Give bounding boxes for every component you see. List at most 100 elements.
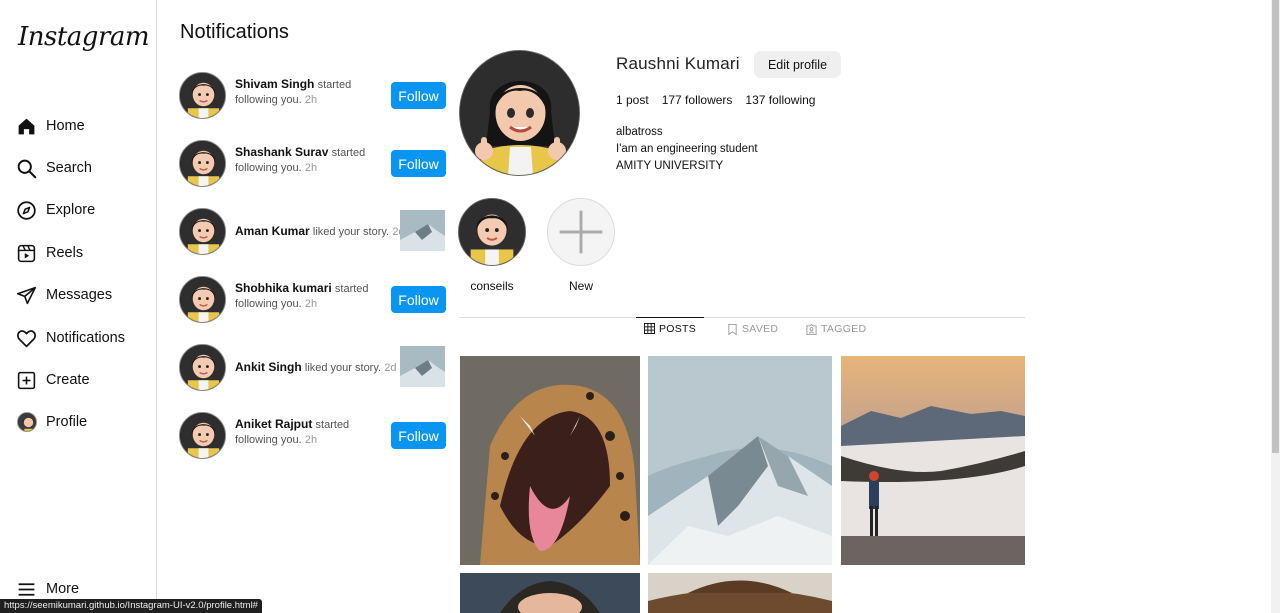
- highlight-conseils[interactable]: conseils: [457, 198, 527, 293]
- tab-label: SAVED: [742, 323, 779, 335]
- bio-line: I'am an engineering student: [616, 143, 758, 155]
- post-thumbnail-man[interactable]: [460, 573, 640, 613]
- tab-tagged[interactable]: TAGGED: [806, 318, 866, 340]
- scrollbar-thumb[interactable]: [1272, 0, 1279, 453]
- follow-button[interactable]: Follow: [391, 150, 446, 177]
- sidebar-item-label: Explore: [46, 202, 96, 218]
- profile-bio: albatross I'am an engineering student AM…: [616, 124, 758, 175]
- highlight-cover[interactable]: [458, 198, 526, 266]
- post-thumbnail-hat[interactable]: [648, 573, 832, 613]
- sidebar-item-reels[interactable]: Reels: [16, 240, 83, 266]
- sidebar-item-label: Create: [46, 372, 90, 388]
- notification-text: Aniket Rajput started following you. 2h: [235, 417, 391, 448]
- notification-item[interactable]: Shashank Surav started following you. 2h…: [179, 140, 447, 188]
- post-thumbnail-snowfield[interactable]: [841, 356, 1025, 565]
- highlight-new[interactable]: New: [546, 198, 616, 293]
- scrollbar[interactable]: [1271, 0, 1280, 613]
- notification-item[interactable]: Aniket Rajput started following you. 2h …: [179, 412, 447, 460]
- highlight-label: conseils: [470, 279, 514, 293]
- edit-profile-button[interactable]: Edit profile: [754, 51, 841, 78]
- sidebar-item-label: Profile: [46, 414, 88, 430]
- sidebar-item-messages[interactable]: Messages: [16, 282, 112, 308]
- sidebar-item-label: Home: [46, 118, 85, 134]
- notification-item[interactable]: Shobhika kumari started following you. 2…: [179, 276, 447, 324]
- follow-button[interactable]: Follow: [391, 82, 446, 109]
- follow-button[interactable]: Follow: [391, 422, 446, 449]
- notification-action: liked your story.: [312, 226, 390, 238]
- compass-icon: [16, 200, 37, 221]
- notification-text: Ankit Singh liked your story. 2d: [235, 360, 405, 376]
- notification-item[interactable]: Shivam Singh started following you. 2h F…: [179, 72, 447, 120]
- followers-count[interactable]: 177 followers: [662, 93, 733, 107]
- avatar[interactable]: [179, 276, 226, 323]
- post-thumbnail-leopard[interactable]: [460, 356, 640, 565]
- story-thumbnail[interactable]: [400, 346, 445, 387]
- sidebar-item-label: Reels: [46, 245, 84, 261]
- notification-username[interactable]: Shivam Singh: [235, 77, 314, 91]
- sidebar-item-label: More: [46, 581, 80, 597]
- notification-username[interactable]: Aman Kumar: [235, 224, 310, 238]
- bio-line: albatross: [616, 126, 663, 138]
- highlight-label: New: [568, 279, 593, 293]
- grid-icon: [643, 323, 655, 334]
- notification-action: liked your story.: [304, 362, 382, 374]
- posts-count: 1 post: [616, 93, 649, 107]
- send-icon: [16, 285, 37, 306]
- notification-username[interactable]: Ankit Singh: [235, 360, 302, 374]
- avatar: [16, 412, 37, 433]
- story-thumbnail[interactable]: [400, 210, 445, 251]
- plus-icon[interactable]: [547, 198, 615, 266]
- tab-posts[interactable]: POSTS: [636, 317, 704, 339]
- avatar[interactable]: [179, 208, 226, 255]
- notification-text: Shashank Surav started following you. 2h: [235, 145, 371, 176]
- avatar[interactable]: [179, 140, 226, 187]
- notification-time: 2h: [304, 162, 318, 174]
- profile-stats: 1 post 177 followers 137 following: [616, 93, 815, 107]
- reels-icon: [16, 243, 37, 264]
- search-icon: [16, 158, 37, 179]
- tag-person-icon: [806, 323, 817, 335]
- avatar[interactable]: [179, 412, 226, 459]
- tab-saved[interactable]: SAVED: [727, 318, 778, 340]
- notifications-title: Notifications: [180, 21, 289, 43]
- notification-item[interactable]: Ankit Singh liked your story. 2d: [179, 344, 447, 392]
- sidebar-item-explore[interactable]: Explore: [16, 197, 95, 223]
- notification-text: Shivam Singh started following you. 2h: [235, 77, 391, 108]
- notification-time: 2h: [304, 94, 318, 106]
- home-icon: [16, 116, 37, 137]
- following-count[interactable]: 137 following: [745, 93, 815, 107]
- sidebar-item-search[interactable]: Search: [16, 155, 92, 181]
- notification-username[interactable]: Aniket Rajput: [235, 417, 312, 431]
- notification-time: 2h: [304, 434, 318, 446]
- tab-label: TAGGED: [821, 323, 867, 335]
- bio-line: AMITY UNIVERSITY: [616, 160, 724, 172]
- plus-square-icon: [16, 370, 37, 391]
- profile-username: Raushni Kumari: [616, 54, 740, 73]
- notification-item[interactable]: Aman Kumar liked your story. 2d: [179, 208, 447, 256]
- notification-text: Shobhika kumari started following you. 2…: [235, 281, 371, 312]
- follow-button[interactable]: Follow: [391, 286, 446, 313]
- sidebar-item-create[interactable]: Create: [16, 367, 90, 393]
- sidebar-item-home[interactable]: Home: [16, 113, 85, 139]
- sidebar-item-label: Search: [46, 160, 92, 176]
- avatar[interactable]: [179, 72, 226, 119]
- notification-time: 2d: [384, 362, 397, 374]
- sidebar-item-profile[interactable]: Profile: [16, 409, 87, 435]
- notification-username[interactable]: Shobhika kumari: [235, 281, 332, 295]
- sidebar: Instagram Home Search Explore Reels Mess…: [0, 0, 157, 613]
- post-thumbnail-mountain[interactable]: [648, 356, 832, 565]
- notification-time: 2h: [304, 298, 318, 310]
- profile-avatar[interactable]: [459, 50, 580, 176]
- heart-icon: [16, 328, 37, 349]
- sidebar-item-label: Messages: [46, 287, 113, 303]
- avatar[interactable]: [179, 344, 226, 391]
- instagram-logo[interactable]: Instagram: [18, 22, 150, 52]
- status-bar-url: https://seemikumari.github.io/Instagram-…: [0, 599, 262, 613]
- menu-icon: [16, 579, 37, 600]
- notification-text: Aman Kumar liked your story. 2d: [235, 224, 405, 240]
- notification-username[interactable]: Shashank Surav: [235, 145, 328, 159]
- sidebar-item-notifications[interactable]: Notifications: [16, 325, 125, 351]
- bookmark-icon: [728, 323, 737, 335]
- tab-label: POSTS: [658, 322, 697, 335]
- sidebar-item-label: Notifications: [46, 330, 125, 346]
